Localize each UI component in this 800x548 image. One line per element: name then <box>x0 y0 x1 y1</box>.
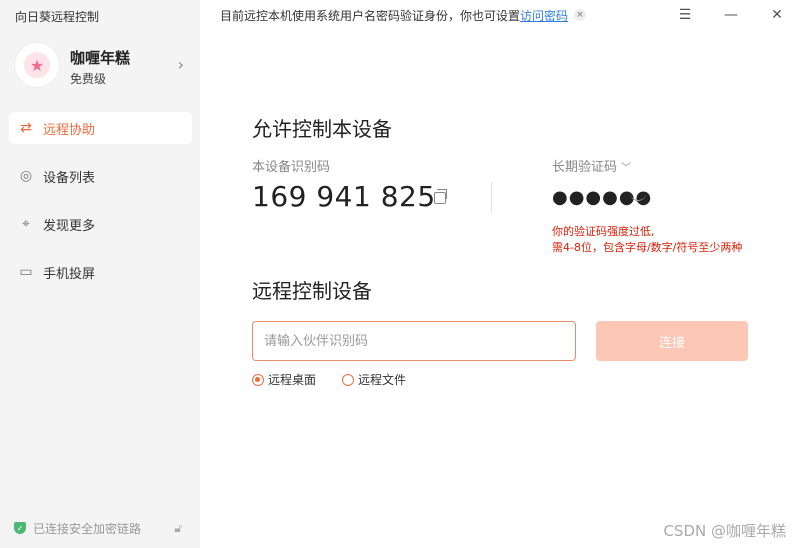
app-title: 向日葵远程控制 <box>15 10 100 24</box>
top-bar: 目前远控本机使用系统用户名密码验证身份，你也可设置访问密码 × ☰ — ✕ <box>200 0 800 30</box>
chevron-down-icon: ﹀ <box>621 163 632 174</box>
sidebar-item-device-list[interactable]: ◎ 设备列表 <box>9 160 192 192</box>
sidebar-item-remote-assist[interactable]: ⇄ 远程协助 <box>9 112 192 144</box>
minimize-icon[interactable]: — <box>718 4 744 26</box>
discover-icon: ⌖ <box>22 216 30 232</box>
star-icon: ★ <box>24 52 50 78</box>
password-type-dropdown[interactable]: 长期验证码 ﹀ <box>552 156 631 175</box>
copy-icon[interactable] <box>434 189 447 204</box>
warning-line-2: 需4-8位，包含字母/数字/符号至少两种 <box>552 241 743 254</box>
watermark: CSDN @咖喱年糕 <box>663 522 786 540</box>
user-level: 免费级 <box>70 72 107 86</box>
screen-cast-icon: ▭ <box>19 264 33 280</box>
warning-line-1: 你的验证码强度过低, <box>552 225 655 238</box>
radio-label: 远程文件 <box>358 373 407 387</box>
device-code-label: 本设备识别码 <box>252 160 331 175</box>
security-status: ✓ 已连接安全加密链路 🔓︎ <box>14 520 186 536</box>
shield-icon: ✓ <box>14 522 26 534</box>
password-warning: 你的验证码强度过低, 需4-8位，包含字母/数字/符号至少两种 <box>552 224 742 256</box>
sidebar-item-discover[interactable]: ⌖ 发现更多 <box>9 208 192 240</box>
avatar: ★ <box>14 42 60 88</box>
access-password-link[interactable]: 访问密码 <box>520 9 568 23</box>
chevron-right-icon[interactable]: › <box>178 55 184 74</box>
sidebar: 向日葵远程控制 ★ 咖喱年糕 免费级 › ⇄ 远程协助 ◎ 设备列表 ⌖ 发现更… <box>0 0 200 548</box>
menu-icon[interactable]: ☰ <box>672 4 698 26</box>
password-label: 长期验证码 <box>552 160 618 175</box>
divider <box>491 182 492 212</box>
profile-card[interactable]: ★ 咖喱年糕 免费级 › <box>14 42 192 90</box>
device-code: 169 941 825 <box>252 180 436 213</box>
lock-icon[interactable]: 🔓︎ <box>174 521 182 536</box>
radio-unchecked-icon <box>342 373 354 386</box>
main-panel: 允许控制本设备 本设备识别码 169 941 825 长期验证码 ﹀ ●●●●●… <box>200 30 800 548</box>
connect-button[interactable]: 连接 <box>596 321 748 361</box>
notice-bar: 目前远控本机使用系统用户名密码验证身份，你也可设置访问密码 <box>220 7 568 24</box>
close-icon[interactable]: ✕ <box>764 4 790 26</box>
radio-checked-icon <box>252 373 264 386</box>
radio-remote-desktop[interactable]: 远程桌面 <box>252 371 316 388</box>
sidebar-item-label: 手机投屏 <box>43 266 96 282</box>
sidebar-item-label: 发现更多 <box>43 218 96 234</box>
partner-code-input[interactable] <box>252 321 576 361</box>
sidebar-nav: ⇄ 远程协助 ◎ 设备列表 ⌖ 发现更多 ▭ 手机投屏 <box>9 112 192 304</box>
sidebar-item-screen-cast[interactable]: ▭ 手机投屏 <box>9 256 192 288</box>
security-status-text: 已连接安全加密链路 <box>33 521 142 536</box>
device-list-icon: ◎ <box>19 168 33 184</box>
user-name: 咖喱年糕 <box>70 49 131 67</box>
radio-remote-file[interactable]: 远程文件 <box>342 371 406 388</box>
remote-assist-icon: ⇄ <box>20 120 32 136</box>
notice-text: 目前远控本机使用系统用户名密码验证身份，你也可设置 <box>220 9 521 23</box>
sidebar-item-label: 设备列表 <box>43 170 96 186</box>
radio-label: 远程桌面 <box>268 373 317 387</box>
sidebar-item-label: 远程协助 <box>43 122 96 138</box>
close-notice-icon[interactable]: × <box>574 9 586 21</box>
remote-control-title: 远程控制设备 <box>252 279 372 303</box>
allow-control-title: 允许控制本设备 <box>252 117 392 141</box>
